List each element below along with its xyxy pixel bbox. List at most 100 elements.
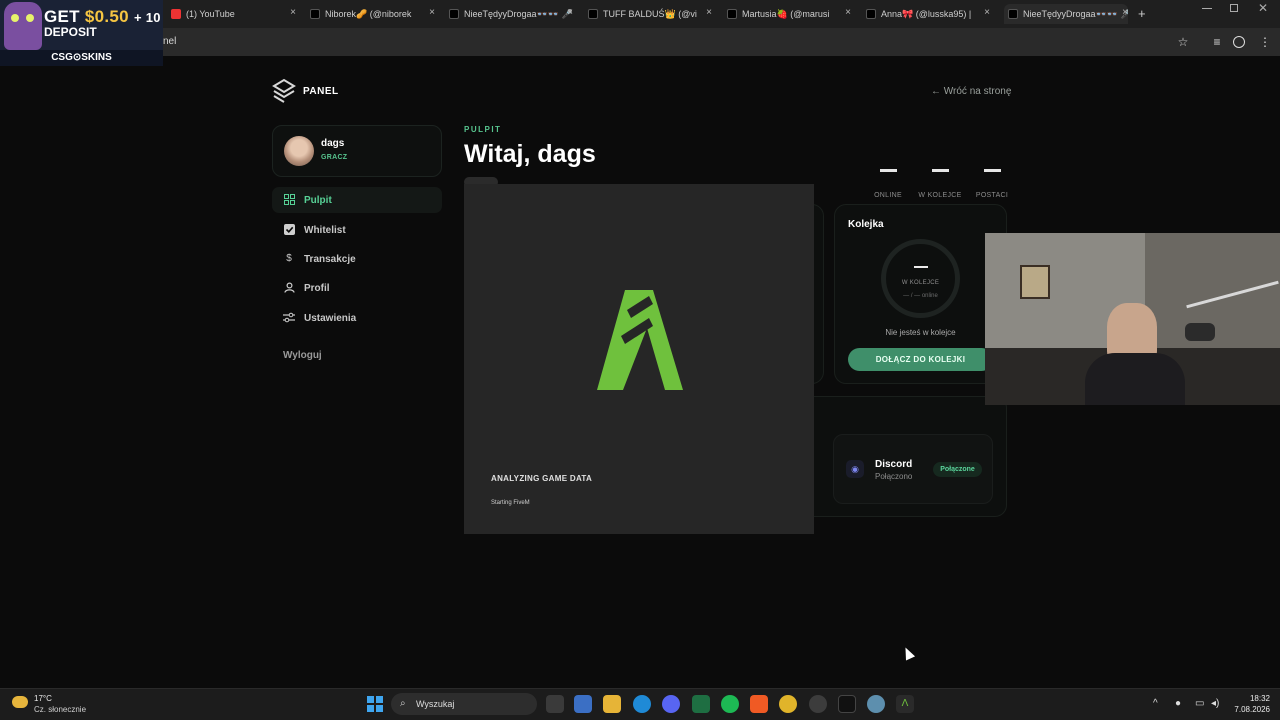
windows-start-icon[interactable]	[367, 696, 383, 712]
weather-icon[interactable]	[12, 696, 28, 708]
tab-tiktok-2[interactable]: NieeTędyyDrogaa👓👓 🎤 ×	[449, 4, 573, 24]
close-icon[interactable]: ×	[429, 7, 435, 18]
window-close-icon[interactable]: ✕	[1258, 1, 1268, 15]
discord-status: Połączono	[875, 472, 913, 481]
taskbar-clock[interactable]: 18:32 7.08.2026	[1232, 694, 1270, 714]
tab-tiktok-1[interactable]: Niborek🥜 (@niborek ×	[310, 4, 435, 24]
menu-kebab-icon[interactable]: ⋮	[1258, 35, 1272, 49]
sidebar-item-transakcje[interactable]: $ Transakcje	[272, 246, 442, 272]
tab-tiktok-4[interactable]: Martusia🍓 (@marusi ×	[727, 4, 851, 24]
address-bar[interactable]: nel	[0, 28, 1280, 56]
stat-label: W KOLEJCE	[918, 192, 962, 199]
tiktok-icon[interactable]	[838, 695, 856, 713]
close-icon[interactable]: ×	[567, 7, 573, 18]
spotify-icon[interactable]	[721, 695, 739, 713]
weather-temp[interactable]: 17°C	[34, 694, 52, 703]
sidebar-item-ustawienia[interactable]: Ustawienia	[272, 305, 442, 331]
sidebar-item-label: Profil	[304, 282, 330, 294]
close-icon[interactable]: ×	[845, 7, 851, 18]
sidebar-item-profil[interactable]: Profil	[272, 275, 442, 301]
webcam-mic-arm	[1186, 280, 1279, 309]
volume-icon[interactable]: ◂)	[1211, 698, 1219, 709]
checkbox-icon	[283, 224, 295, 236]
tab-title: (1) YouTube	[186, 9, 235, 19]
brave-icon[interactable]	[750, 695, 768, 713]
queue-value-placeholder	[914, 266, 928, 268]
media-controls-icon[interactable]: ≡	[1210, 35, 1224, 49]
profile-icon[interactable]	[1233, 36, 1245, 48]
ad-headline: GET $0.50 + 10	[44, 7, 161, 27]
edge-icon[interactable]	[633, 695, 651, 713]
fivem-status-title: ANALYZING GAME DATA	[491, 474, 593, 483]
tray-overflow-icon[interactable]: ^	[1153, 698, 1158, 709]
logout-button[interactable]: Wyloguj	[283, 350, 322, 361]
mouse-cursor	[900, 645, 916, 661]
close-icon[interactable]: ×	[984, 7, 990, 18]
tiktok-icon	[310, 9, 320, 19]
bookmark-star-icon[interactable]: ☆	[1176, 35, 1190, 49]
display-icon[interactable]: ▭	[1195, 698, 1204, 709]
queue-ring: W KOLEJCE — / — online	[881, 239, 960, 318]
tiktok-icon	[866, 9, 876, 19]
queue-status: Nie jesteś w kolejce	[885, 328, 956, 337]
webcam-mic	[1185, 323, 1215, 341]
youtube-icon	[171, 9, 181, 19]
sidebar-item-label: Whitelist	[304, 224, 346, 236]
discord-icon[interactable]	[662, 695, 680, 713]
new-tab-button[interactable]: +	[1138, 6, 1146, 21]
stat-label: ONLINE	[874, 192, 902, 199]
ad-amount: $0.50	[84, 7, 129, 26]
app-icon[interactable]	[867, 695, 885, 713]
webcam-overlay	[985, 233, 1280, 405]
tab-title: Niborek🥜 (@niborek	[325, 8, 412, 19]
store-icon[interactable]	[574, 695, 592, 713]
sidebar-item-label: Transakcje	[304, 253, 356, 265]
taskbar-search[interactable]: ⌕ Wyszukaj	[391, 693, 537, 715]
maximize-icon[interactable]	[1230, 4, 1238, 12]
sidebar-item-pulpit[interactable]: Pulpit	[272, 187, 442, 213]
excel-icon[interactable]	[692, 695, 710, 713]
panel-logo-icon	[272, 78, 296, 103]
user-icon	[283, 282, 295, 294]
close-icon[interactable]: ×	[1122, 7, 1128, 18]
monster-illustration	[4, 2, 42, 50]
discord-name: Discord	[875, 459, 913, 470]
page-title: Witaj, dags	[464, 140, 596, 168]
chrome-alt-icon[interactable]	[809, 695, 827, 713]
queue-ring-sub: — / — online	[903, 293, 938, 299]
close-icon[interactable]: ×	[290, 7, 296, 18]
ad-get: GET	[44, 7, 80, 26]
monster-eye	[26, 14, 34, 22]
tab-tiktok-5[interactable]: Anna🎀 (@lusska95) | ×	[866, 4, 990, 24]
status-badge: Połączone	[933, 462, 982, 477]
sidebar-item-whitelist[interactable]: Whitelist	[272, 217, 442, 243]
minimize-icon[interactable]	[1202, 8, 1212, 9]
close-icon[interactable]: ×	[706, 7, 712, 18]
tiktok-icon	[588, 9, 598, 19]
tiktok-icon	[449, 9, 459, 19]
join-queue-button[interactable]: DOŁĄCZ DO KOLEJKI	[848, 348, 993, 371]
csgoskins-ad-banner[interactable]: GET $0.50 + 10 DEPOSIT CSG⊙SKINS	[0, 0, 163, 66]
microphone-icon[interactable]: ●	[1175, 698, 1181, 709]
stat-characters: POSTACI	[972, 164, 1012, 202]
task-view-icon[interactable]	[546, 695, 564, 713]
panel-logo-text: PANEL	[303, 86, 339, 97]
sidebar-item-label: Ustawienia	[304, 312, 357, 324]
tab-tiktok-6-active[interactable]: NieeTędyyDrogaa👓👓 🎤 ×	[1004, 4, 1128, 24]
user-card[interactable]: dags GRACZ	[272, 125, 442, 177]
chrome-icon[interactable]	[779, 695, 797, 713]
back-to-site-link[interactable]: ← Wróć na stronę	[931, 86, 1011, 97]
search-icon: ⌕	[400, 698, 406, 709]
sliders-icon	[283, 312, 295, 324]
fivem-icon[interactable]: Λ	[896, 695, 914, 713]
weather-condition[interactable]: Cz. słonecznie	[34, 705, 86, 714]
tab-tiktok-3[interactable]: TUFF BALDUŚ👑 (@vi ×	[588, 4, 712, 24]
avatar	[284, 136, 314, 166]
files-icon[interactable]	[603, 695, 621, 713]
queue-ring-label: W KOLEJCE	[901, 280, 940, 286]
stat-in-queue: W KOLEJCE	[915, 164, 965, 202]
tab-title: NieeTędyyDrogaa👓👓 🎤	[1023, 8, 1128, 19]
stat-value-placeholder	[931, 169, 949, 172]
tab-youtube[interactable]: (1) YouTube ×	[171, 4, 296, 24]
stat-label: POSTACI	[975, 192, 1009, 199]
